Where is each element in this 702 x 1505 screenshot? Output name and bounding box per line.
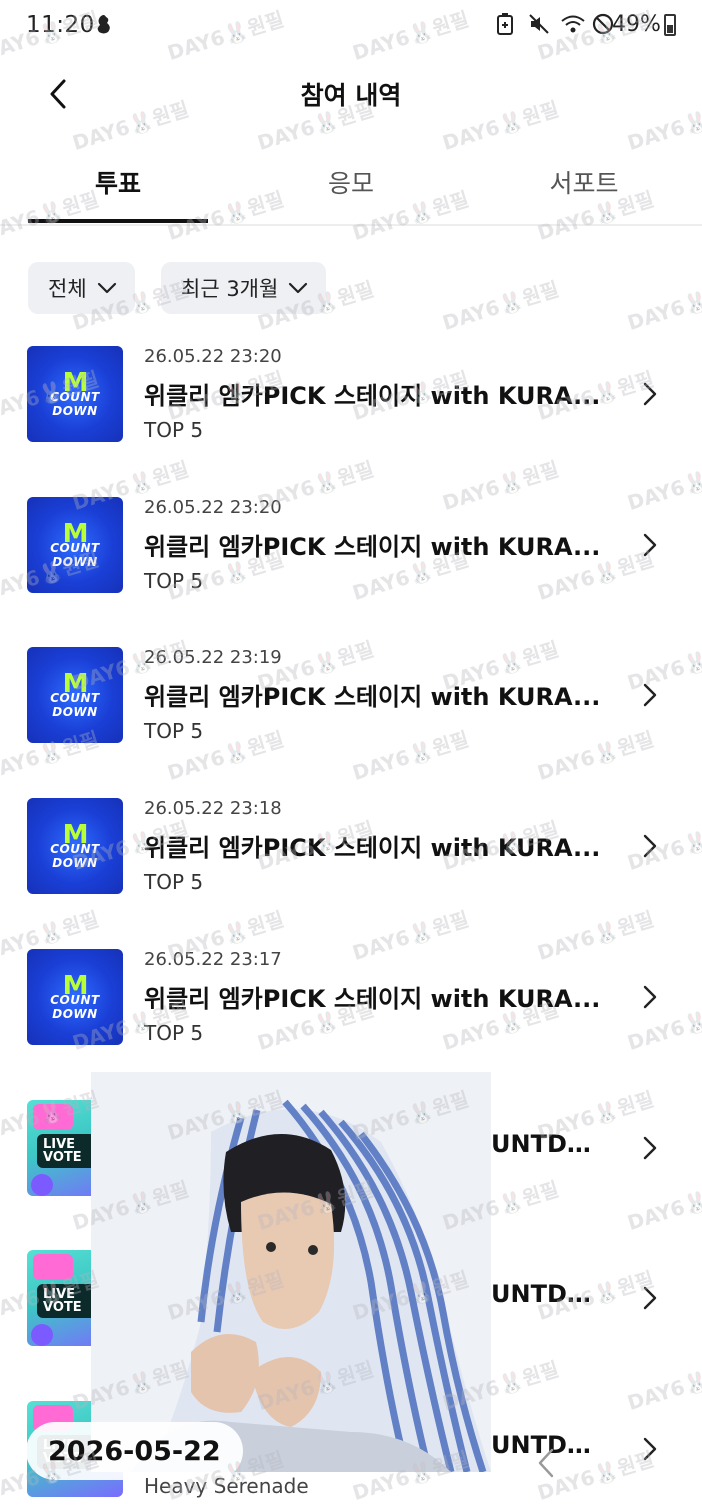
thumbnail-logo-count: COUNT	[50, 993, 100, 1007]
chevron-right-icon	[643, 683, 657, 707]
thumbnail-logo-down: DOWN	[52, 555, 98, 569]
item-date: 26.05.22 23:18	[144, 798, 282, 819]
battery-percent: 49%	[612, 12, 661, 37]
item-title: 위클리 엠카PICK 스테이지 with KURA...	[144, 382, 601, 410]
thumbnail-logo-count: COUNT	[50, 842, 100, 856]
item-date: 26.05.22 23:20	[144, 346, 282, 367]
item-title: UNTD...	[491, 1130, 591, 1158]
mcountdown-thumbnail: M COUNT DOWN	[27, 647, 123, 743]
mute-icon	[528, 13, 550, 35]
list-item[interactable]: M COUNT DOWN 26.05.22 23:20 위클리 엠카PICK 스…	[0, 497, 702, 647]
filter-period-dropdown[interactable]: 최근 3개월	[161, 262, 327, 314]
chevron-right-icon	[643, 834, 657, 858]
active-tab-indicator	[28, 219, 208, 223]
item-title: 위클리 엠카PICK 스테이지 with KURA...	[144, 985, 601, 1013]
screen: 11:20 49% 참여 내역 투표 응모 서포트 전체 최근 3개월 M CO…	[0, 0, 702, 1505]
item-title: 위클리 엠카PICK 스테이지 with KURA...	[144, 533, 601, 561]
item-title: UNTD...	[491, 1280, 591, 1308]
thumbnail-logo-count: COUNT	[50, 390, 100, 404]
tab-support[interactable]: 서포트	[494, 164, 674, 200]
thumbnail-decoration	[33, 1254, 73, 1280]
item-title: 위클리 엠카PICK 스테이지 with KURA...	[144, 834, 601, 862]
app-notification-icon	[94, 13, 114, 40]
list-item[interactable]: M COUNT DOWN 26.05.22 23:18 위클리 엠카PICK 스…	[0, 798, 702, 948]
thumbnail-logo-down: DOWN	[52, 404, 98, 418]
floating-video-player[interactable]	[91, 1072, 491, 1472]
chevron-right-icon	[643, 533, 657, 557]
header: 참여 내역	[0, 60, 702, 124]
item-subtitle: Heavy Serenade	[144, 1474, 309, 1498]
chevron-right-icon	[643, 1437, 657, 1461]
thumbnail-logo-down: DOWN	[52, 856, 98, 870]
chevron-right-icon	[643, 1286, 657, 1310]
thumbnail-logo-count: COUNT	[50, 541, 100, 555]
battery-saver-icon	[496, 13, 518, 35]
video-frame-image	[91, 1072, 491, 1472]
battery-icon	[664, 14, 676, 36]
watermark-text: DAY6🐰원필	[624, 276, 702, 335]
filter-period-label: 최근 3개월	[181, 277, 279, 301]
thumbnail-logo-count: COUNT	[50, 691, 100, 705]
item-subtitle: TOP 5	[144, 418, 204, 442]
page-title: 참여 내역	[300, 81, 402, 110]
item-subtitle: TOP 5	[144, 719, 204, 743]
filter-all-dropdown[interactable]: 전체	[28, 262, 135, 314]
item-subtitle: TOP 5	[144, 1021, 204, 1045]
thumbnail-decoration	[31, 1174, 53, 1196]
status-bar: 11:20 49%	[0, 0, 702, 56]
tab-bar: 투표 응모 서포트	[0, 150, 702, 226]
do-not-disturb-icon	[592, 13, 614, 35]
list-item[interactable]: M COUNT DOWN 26.05.22 23:20 위클리 엠카PICK 스…	[0, 346, 702, 496]
item-subtitle: TOP 5	[144, 870, 204, 894]
chevron-left-icon[interactable]	[534, 1446, 558, 1480]
thumbnail-decoration	[33, 1104, 73, 1130]
thumbnail-decoration	[31, 1324, 53, 1346]
chevron-down-icon	[289, 282, 308, 294]
watermark-text: DAY6🐰원필	[439, 276, 562, 335]
status-time: 11:20	[26, 12, 95, 38]
chevron-right-icon	[643, 985, 657, 1009]
list-item[interactable]: M COUNT DOWN 26.05.22 23:19 위클리 엠카PICK 스…	[0, 647, 702, 797]
item-title: 위클리 엠카PICK 스테이지 with KURA...	[144, 683, 601, 711]
item-subtitle: TOP 5	[144, 569, 204, 593]
filter-all-label: 전체	[48, 277, 87, 301]
chevron-down-icon	[97, 282, 116, 294]
tab-apply[interactable]: 응모	[261, 164, 441, 200]
tab-vote[interactable]: 투표	[28, 164, 208, 200]
chevron-right-icon	[643, 382, 657, 406]
item-date: 26.05.22 23:20	[144, 497, 282, 518]
chevron-right-icon	[643, 1136, 657, 1160]
video-date-badge: 2026-05-22	[26, 1422, 243, 1480]
thumbnail-logo-down: DOWN	[52, 1007, 98, 1021]
mcountdown-thumbnail: M COUNT DOWN	[27, 497, 123, 593]
item-date: 26.05.22 23:17	[144, 949, 282, 970]
thumbnail-logo-down: DOWN	[52, 705, 98, 719]
mcountdown-thumbnail: M COUNT DOWN	[27, 949, 123, 1045]
mcountdown-thumbnail: M COUNT DOWN	[27, 798, 123, 894]
item-date: 26.05.22 23:19	[144, 647, 282, 668]
mcountdown-thumbnail: M COUNT DOWN	[27, 346, 123, 442]
wifi-icon	[560, 13, 585, 35]
